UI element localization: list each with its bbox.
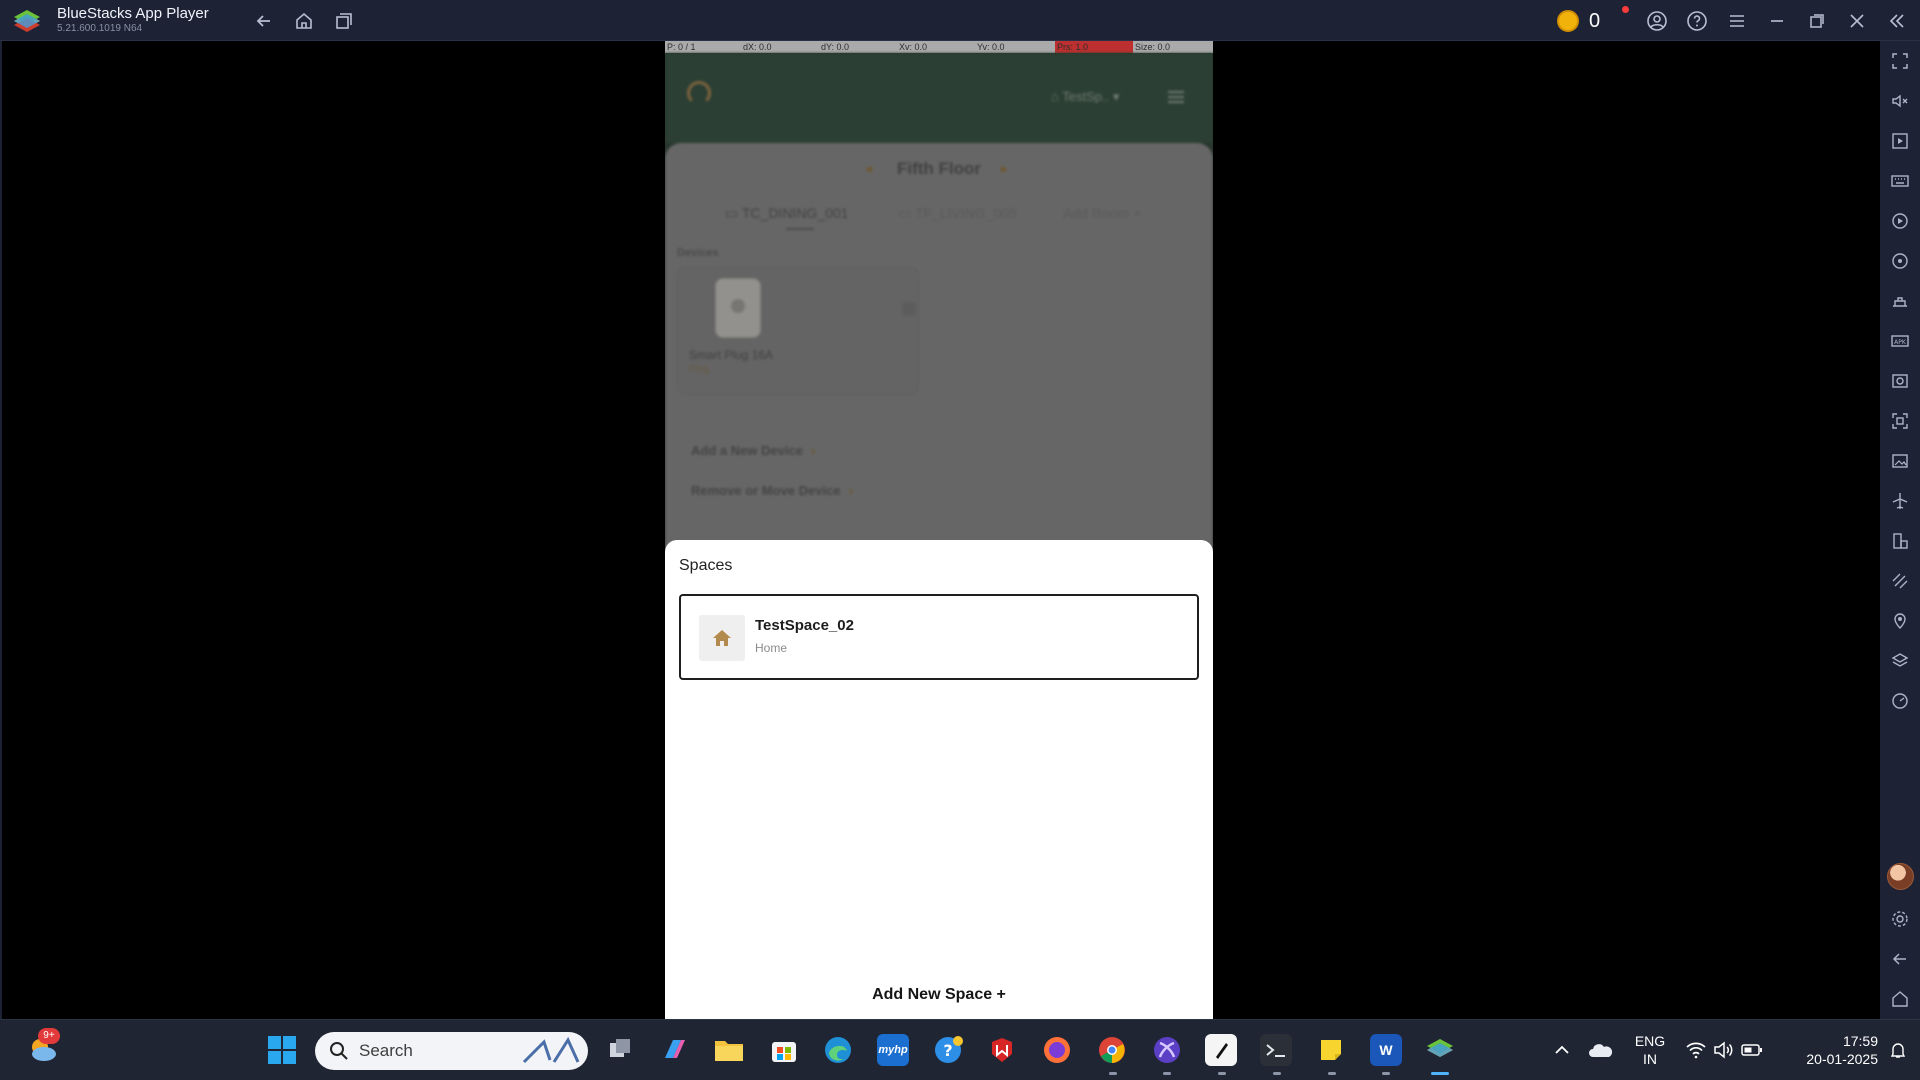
apk-icon[interactable]: APK — [1888, 329, 1912, 353]
chevron-up-icon[interactable] — [1546, 1034, 1578, 1066]
media-folder-icon[interactable] — [1888, 449, 1912, 473]
bluestacks-logo-icon — [14, 10, 40, 32]
macro-icon[interactable] — [1888, 209, 1912, 233]
file-explorer-icon[interactable] — [713, 1034, 745, 1066]
battery-icon[interactable] — [1736, 1034, 1768, 1066]
copilot-icon[interactable] — [659, 1034, 691, 1066]
android-back-icon[interactable] — [1888, 947, 1912, 971]
space-type: Home — [755, 641, 788, 655]
minimize-icon[interactable] — [1764, 8, 1790, 34]
terminal-running-indicator — [1273, 1072, 1281, 1075]
avatar[interactable] — [1887, 863, 1914, 890]
myhp-icon[interactable]: my hp — [877, 1034, 909, 1066]
media-running-indicator — [1163, 1072, 1171, 1075]
notes-app-icon[interactable] — [1205, 1034, 1237, 1066]
settings-icon[interactable] — [1888, 907, 1912, 931]
language-indicator[interactable]: ENG IN — [1630, 1032, 1670, 1068]
chrome-running-indicator — [1109, 1072, 1117, 1075]
windows-taskbar: 9+ Search my hp ? W ENG IN 17:59 20-01-20… — [0, 1019, 1920, 1080]
clock[interactable]: 17:59 20-01-2025 — [1782, 1032, 1878, 1068]
bluestacks-taskbar-icon[interactable] — [1424, 1034, 1456, 1066]
sync-icon[interactable] — [1888, 249, 1912, 273]
volume-mute-icon[interactable] — [1888, 89, 1912, 113]
search-highlight-icon — [522, 1036, 580, 1064]
start-menu-icon[interactable] — [266, 1034, 298, 1066]
weather-badge: 9+ — [38, 1028, 60, 1044]
coin-counter[interactable]: 0 — [1557, 8, 1623, 34]
back-icon[interactable] — [251, 8, 277, 34]
add-new-space-button[interactable]: Add New Space + — [665, 986, 1213, 1004]
media-player-icon[interactable] — [1151, 1034, 1183, 1066]
collapse-sidebar-icon[interactable] — [1884, 8, 1910, 34]
home-icon — [699, 615, 745, 661]
window-left-border — [0, 41, 2, 1019]
notification-bell-icon[interactable] — [1882, 1034, 1914, 1066]
location-icon[interactable] — [1888, 609, 1912, 633]
recent-apps-icon[interactable] — [331, 8, 357, 34]
close-icon[interactable] — [1844, 8, 1870, 34]
rotate-icon[interactable] — [1888, 529, 1912, 553]
sticky-notes-icon[interactable] — [1315, 1034, 1347, 1066]
notification-dot — [1622, 6, 1629, 13]
android-home-icon[interactable] — [1888, 987, 1912, 1011]
screenshot-icon[interactable] — [1888, 369, 1912, 393]
notes-running-indicator — [1218, 1072, 1226, 1075]
mcafee-icon[interactable] — [986, 1034, 1018, 1066]
home-icon[interactable] — [291, 8, 317, 34]
game-controls-icon[interactable] — [1888, 289, 1912, 313]
sheet-title: Spaces — [679, 557, 733, 574]
space-list-item[interactable]: TestSpace_02 Home — [679, 594, 1199, 680]
eco-mode-icon[interactable] — [1888, 689, 1912, 713]
title-bar: BlueStacks App Player 5.21.600.1019 N64 … — [0, 0, 1920, 41]
sticky-running-indicator — [1328, 1072, 1336, 1075]
keyboard-icon[interactable] — [1888, 169, 1912, 193]
microsoft-store-icon[interactable] — [768, 1034, 800, 1066]
shake-icon[interactable] — [1888, 569, 1912, 593]
word-running-indicator — [1382, 1072, 1390, 1075]
language-code: ENG — [1634, 1033, 1666, 1049]
search-icon — [330, 1042, 348, 1060]
app-title: BlueStacks App Player — [57, 5, 209, 22]
restore-icon[interactable] — [1804, 8, 1830, 34]
spaces-bottom-sheet: Spaces TestSpace_02 Home Add New Space + — [665, 540, 1213, 1019]
media-icon[interactable] — [1888, 129, 1912, 153]
clock-time: 17:59 — [1842, 1033, 1878, 1049]
space-name: TestSpace_02 — [755, 617, 854, 634]
region-code: IN — [1643, 1051, 1657, 1067]
coin-icon — [1557, 10, 1579, 32]
fullscreen-icon[interactable] — [1888, 49, 1912, 73]
coin-count: 0 — [1589, 9, 1601, 32]
record-screen-icon[interactable] — [1888, 409, 1912, 433]
taskbar-search-box[interactable]: Search — [315, 1032, 588, 1070]
help-icon[interactable] — [1684, 8, 1710, 34]
menu-icon[interactable] — [1724, 8, 1750, 34]
hp-support-icon[interactable]: ? — [932, 1034, 964, 1066]
bluestacks-active-indicator — [1431, 1072, 1449, 1075]
svg-text:?: ? — [943, 1041, 952, 1060]
clock-date: 20-01-2025 — [1806, 1051, 1878, 1067]
task-view-icon[interactable] — [604, 1034, 636, 1066]
right-sidebar: APK — [1880, 41, 1920, 1019]
multi-instance-icon[interactable] — [1888, 649, 1912, 673]
airplane-mode-icon[interactable] — [1888, 489, 1912, 513]
word-icon[interactable]: W — [1370, 1034, 1402, 1066]
edge-browser-icon[interactable] — [822, 1034, 854, 1066]
firefox-icon[interactable] — [1041, 1034, 1073, 1066]
search-placeholder: Search — [359, 1041, 413, 1060]
account-icon[interactable] — [1644, 8, 1670, 34]
onedrive-icon[interactable] — [1585, 1034, 1617, 1066]
android-screen[interactable]: P: 0 / 1 dX: 0.0 dY: 0.0 Xv: 0.0 Yv: 0.0… — [665, 41, 1213, 1019]
chrome-icon[interactable] — [1096, 1034, 1128, 1066]
app-version: 5.21.600.1019 N64 — [57, 23, 143, 34]
terminal-icon[interactable] — [1260, 1034, 1292, 1066]
svg-text:APK: APK — [1894, 339, 1907, 346]
